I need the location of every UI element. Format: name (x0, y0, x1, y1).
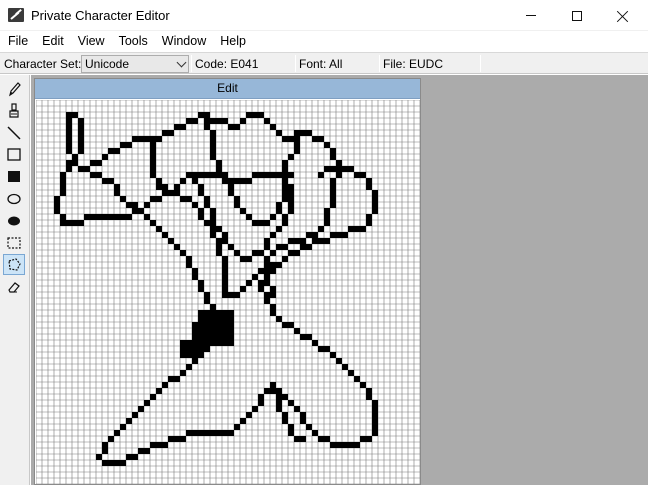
freeform-selection-icon (8, 257, 21, 271)
line-tool[interactable] (3, 122, 25, 143)
pencil-tool[interactable] (3, 78, 25, 99)
close-button[interactable] (600, 0, 646, 31)
edit-window-title: Edit (35, 79, 420, 99)
menu-edit[interactable]: Edit (34, 31, 70, 51)
hollow-ellipse-tool[interactable] (3, 188, 25, 209)
window-title: Private Character Editor (31, 8, 170, 23)
eraser-icon (8, 281, 20, 293)
menu-bar: File Edit View Tools Window Help (0, 31, 648, 51)
hollow-ellipse-icon (7, 193, 21, 204)
drawing-toolbox (0, 75, 30, 485)
info-separator (379, 55, 380, 72)
eraser-tool[interactable] (3, 276, 25, 297)
chevron-down-icon (176, 57, 187, 68)
character-grid-canvas[interactable] (35, 99, 421, 485)
menu-help[interactable]: Help (212, 31, 252, 51)
character-set-select[interactable]: Unicode (81, 55, 189, 73)
minimize-button[interactable] (508, 0, 554, 31)
minimize-icon (526, 15, 536, 16)
character-info-bar: Character Set: Unicode Code: E041 Font: … (0, 52, 648, 74)
character-editor-icon (8, 8, 24, 22)
maximize-button[interactable] (554, 0, 600, 31)
info-separator (480, 55, 481, 72)
title-bar: Private Character Editor (0, 0, 648, 31)
line-icon (7, 125, 21, 140)
maximize-icon (572, 10, 582, 21)
menu-file[interactable]: File (0, 31, 34, 51)
menu-tools[interactable]: Tools (111, 31, 154, 51)
menu-view[interactable]: View (70, 31, 111, 51)
font-readout: Font: All (299, 57, 343, 71)
filled-rectangle-icon (8, 170, 20, 182)
pencil-icon (9, 81, 21, 96)
file-readout: File: EUDC (383, 57, 444, 71)
brush-tool[interactable] (3, 100, 25, 121)
character-set-label: Character Set: (4, 57, 82, 71)
filled-ellipse-icon (8, 216, 20, 225)
code-readout: Code: E041 (195, 57, 259, 71)
rectangular-selection-tool[interactable] (3, 232, 25, 253)
workspace: Edit (31, 75, 648, 485)
brush-icon (9, 102, 19, 118)
edit-window: Edit (34, 78, 421, 485)
rectangular-selection-icon (7, 236, 21, 249)
character-grid[interactable] (35, 99, 421, 485)
info-separator (295, 55, 296, 72)
reference-pane (424, 75, 648, 485)
filled-ellipse-tool[interactable] (3, 210, 25, 231)
menu-window[interactable]: Window (154, 31, 212, 51)
freeform-selection-tool[interactable] (3, 254, 25, 275)
hollow-rectangle-tool[interactable] (3, 144, 25, 165)
close-icon (617, 10, 629, 22)
character-set-value: Unicode (85, 57, 130, 71)
hollow-rectangle-icon (7, 147, 21, 161)
filled-rectangle-tool[interactable] (3, 166, 25, 187)
info-separator (191, 55, 192, 72)
